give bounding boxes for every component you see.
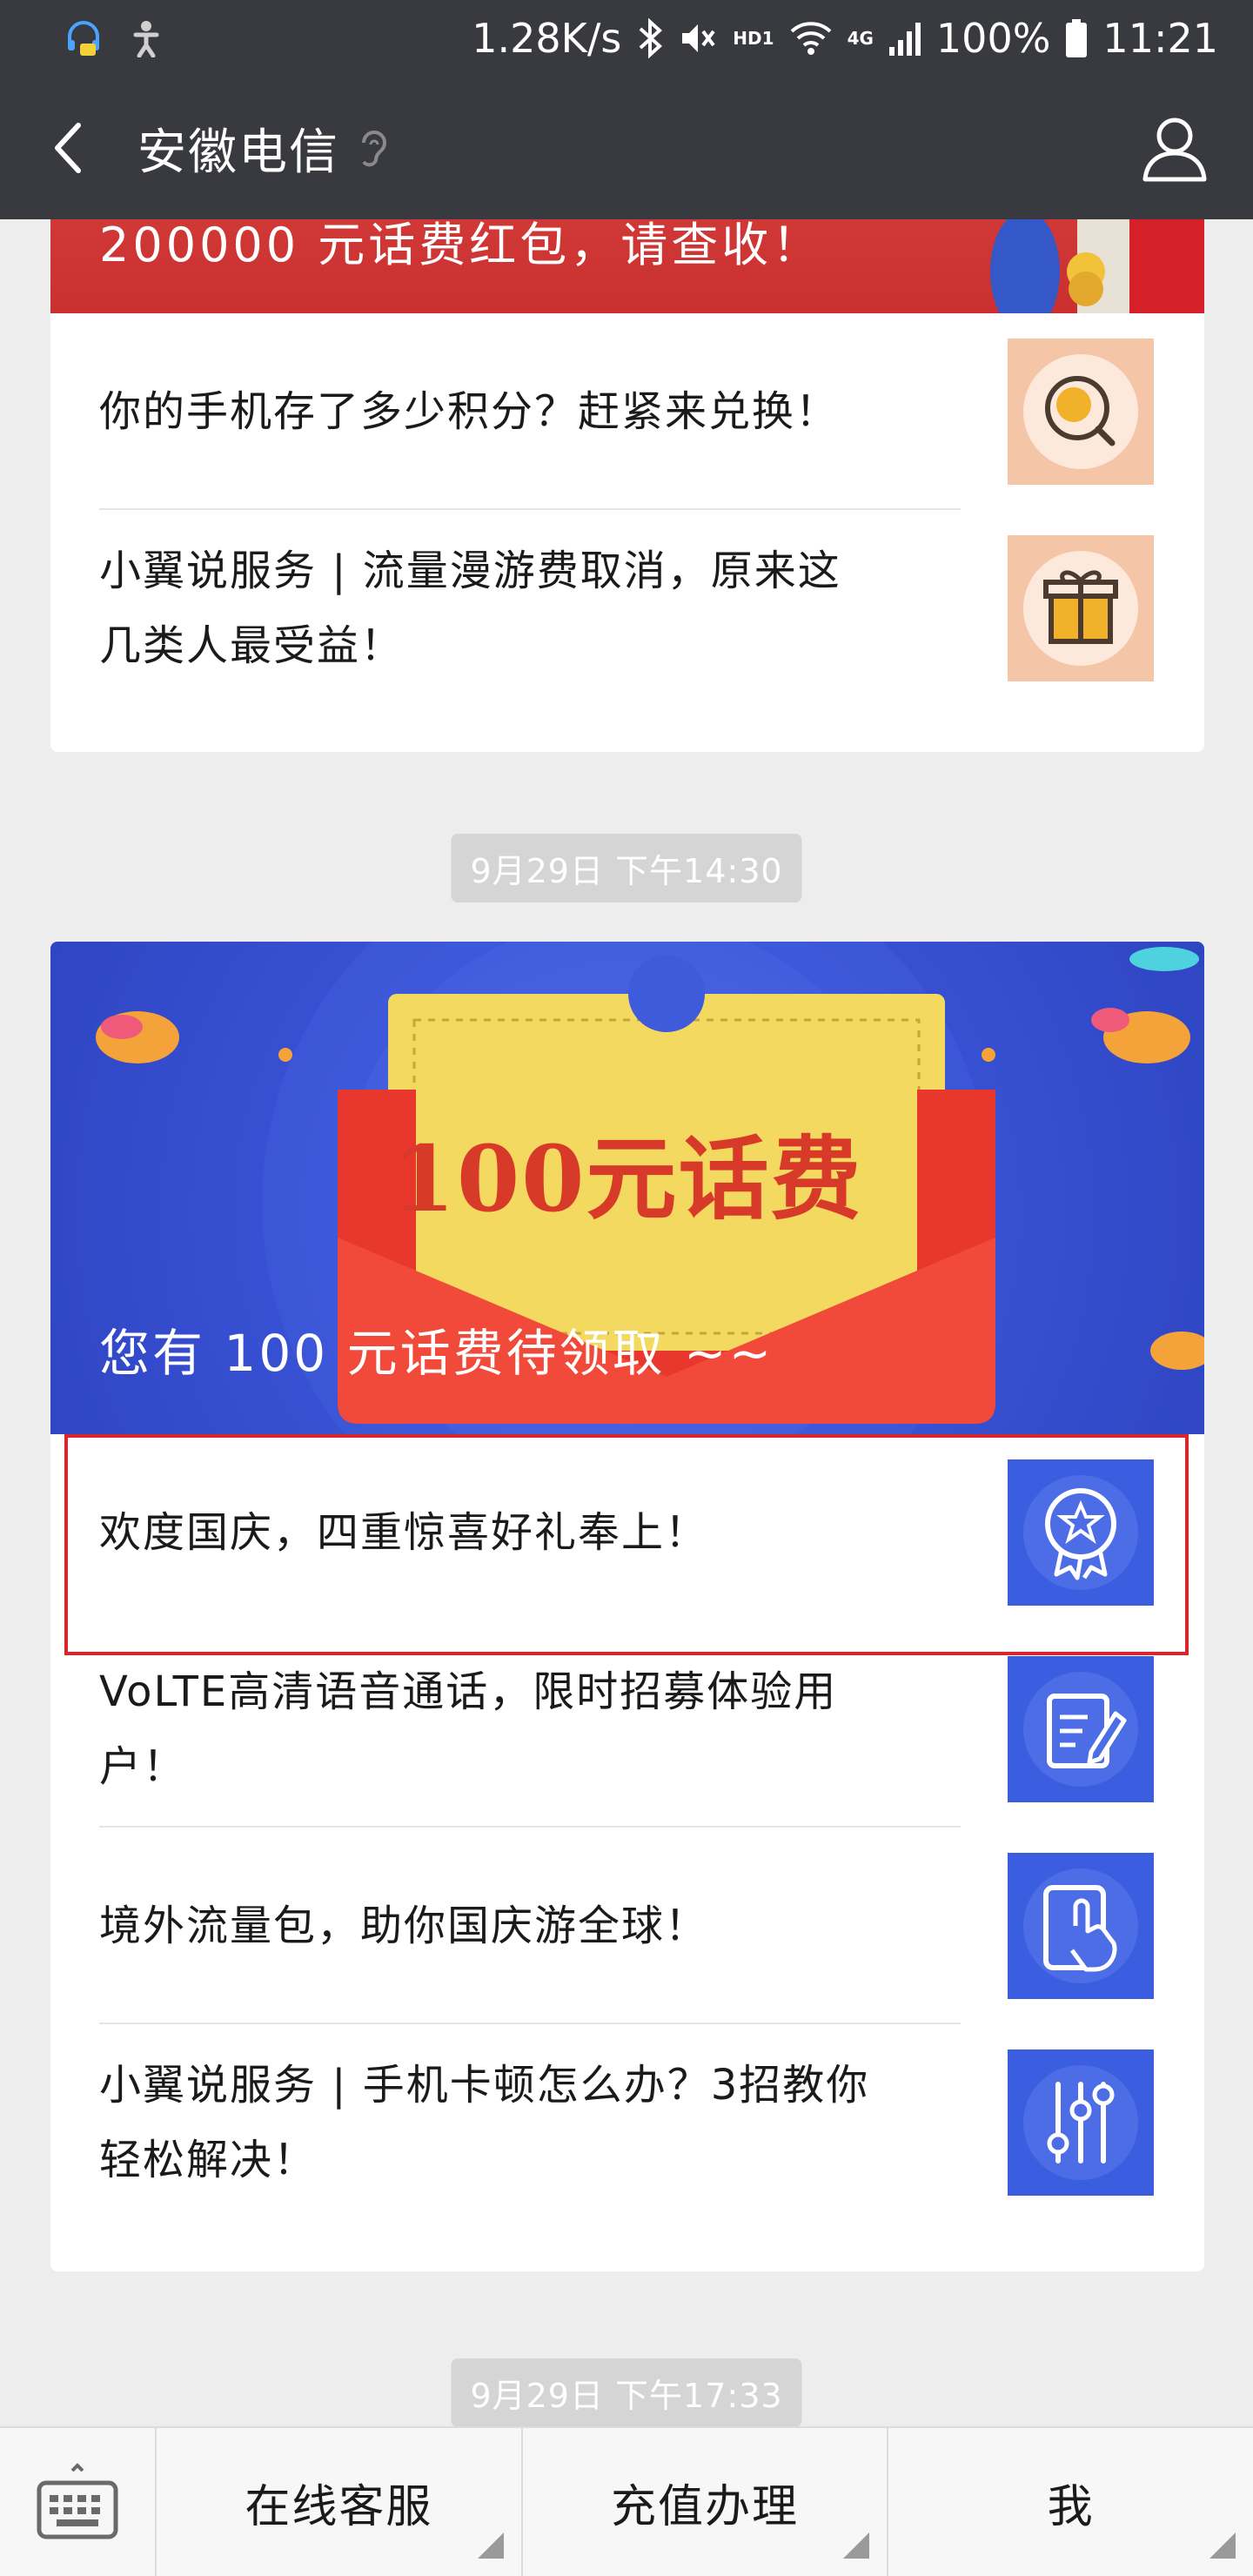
article-title: 境外流量包，助你国庆游全球！ [99,1902,709,1950]
status-bar: 1.28K/s HD1 4G 100% 11:21 [0,0,1253,77]
article-thumbnail [1008,535,1154,681]
article-item[interactable]: 你的手机存了多少积分？赶紧来兑换！ [50,313,1204,510]
article-item[interactable]: 小翼说服务 | 流量漫游费取消，原来这几类人最受益！ [50,510,1204,707]
battery-icon [1066,19,1088,57]
accessibility-icon [129,19,164,57]
article-thumbnail [1008,1459,1154,1606]
bluetooth-icon [637,18,663,58]
mute-icon [679,19,717,57]
back-button[interactable] [42,113,94,183]
article-title: VoLTE高清语音通话，限时招募体验用户！ [99,1667,838,1791]
sliders-icon [1023,2065,1138,2180]
article-thumbnail [1008,1656,1154,1802]
bottom-menu: 在线客服 充值办理 我 [0,2426,1253,2576]
article-banner[interactable]: 100元话费 您有 100 元话费待领取 ~~ [50,942,1204,1434]
clock: 11:21 [1102,15,1218,62]
touch-phone-icon [1023,1868,1138,1983]
article-card: 200000 元话费红包，请查收！ 你的手机存了多少积分？赶紧来兑换！ 小翼说服… [50,219,1204,752]
menu-label: 在线客服 [245,2480,433,2533]
ear-mode-icon [358,125,388,171]
article-card: 100元话费 您有 100 元话费待领取 ~~ 欢度国庆，四重惊喜好礼奉上！ V… [50,942,1204,2271]
profile-button[interactable] [1138,111,1211,184]
article-banner[interactable]: 200000 元话费红包，请查收！ [50,219,1204,313]
battery-percent: 100% [935,15,1051,62]
headset-notification-icon [63,17,104,59]
submenu-indicator-icon [477,2532,504,2559]
search-coin-icon [1023,354,1138,469]
keyboard-toggle-button[interactable] [0,2428,157,2576]
article-title: 小翼说服务 | 流量漫游费取消，原来这几类人最受益！ [99,547,841,670]
submenu-indicator-icon [843,2532,870,2559]
keyboard-icon [37,2463,118,2539]
wifi-icon [790,21,832,56]
article-thumbnail [1008,1853,1154,1999]
banner-title: 200000 元话费红包，请查收！ [99,219,823,272]
nav-bar: 安徽电信 [0,77,1253,219]
article-item[interactable]: VoLTE高清语音通话，限时招募体验用户！ [50,1631,1204,1828]
back-arrow-icon [55,123,81,173]
menu-recharge[interactable]: 充值办理 [523,2428,889,2576]
signal-icon [888,21,921,56]
submenu-indicator-icon [1209,2532,1236,2559]
article-item[interactable]: 境外流量包，助你国庆游全球！ [50,1828,1204,2024]
banner-title: 您有 100 元话费待领取 ~~ [99,1324,774,1383]
page-title: 安徽电信 [137,124,339,181]
article-item[interactable]: 小翼说服务 | 手机卡顿怎么办？3招教你轻松解决！ [50,2024,1204,2221]
article-thumbnail [1008,2049,1154,2196]
message-timestamp: 9月29日 下午17:33 [451,2358,802,2426]
message-timestamp: 9月29日 下午14:30 [451,834,802,902]
article-title: 小翼说服务 | 手机卡顿怎么办？3招教你轻松解决！ [99,2061,870,2184]
badge-icon [1023,1475,1138,1590]
banner-headline: 100元话费 [392,1125,863,1232]
article-title: 欢度国庆，四重惊喜好礼奉上！ [99,1508,709,1557]
edit-note-icon [1023,1672,1138,1787]
menu-online-service[interactable]: 在线客服 [157,2428,523,2576]
menu-me[interactable]: 我 [888,2428,1253,2576]
gift-icon [1023,551,1138,666]
article-title: 你的手机存了多少积分？赶紧来兑换！ [99,387,840,436]
menu-label: 充值办理 [611,2480,800,2533]
menu-label: 我 [1047,2480,1095,2533]
hd-label: HD1 [733,28,774,49]
article-item[interactable]: 欢度国庆，四重惊喜好礼奉上！ [50,1434,1204,1631]
article-thumbnail [1008,339,1154,485]
message-list[interactable]: 200000 元话费红包，请查收！ 你的手机存了多少积分？赶紧来兑换！ 小翼说服… [0,219,1253,2426]
network-speed: 1.28K/s [472,15,622,62]
user-icon [1142,117,1207,182]
network-type: 4G [847,28,874,49]
